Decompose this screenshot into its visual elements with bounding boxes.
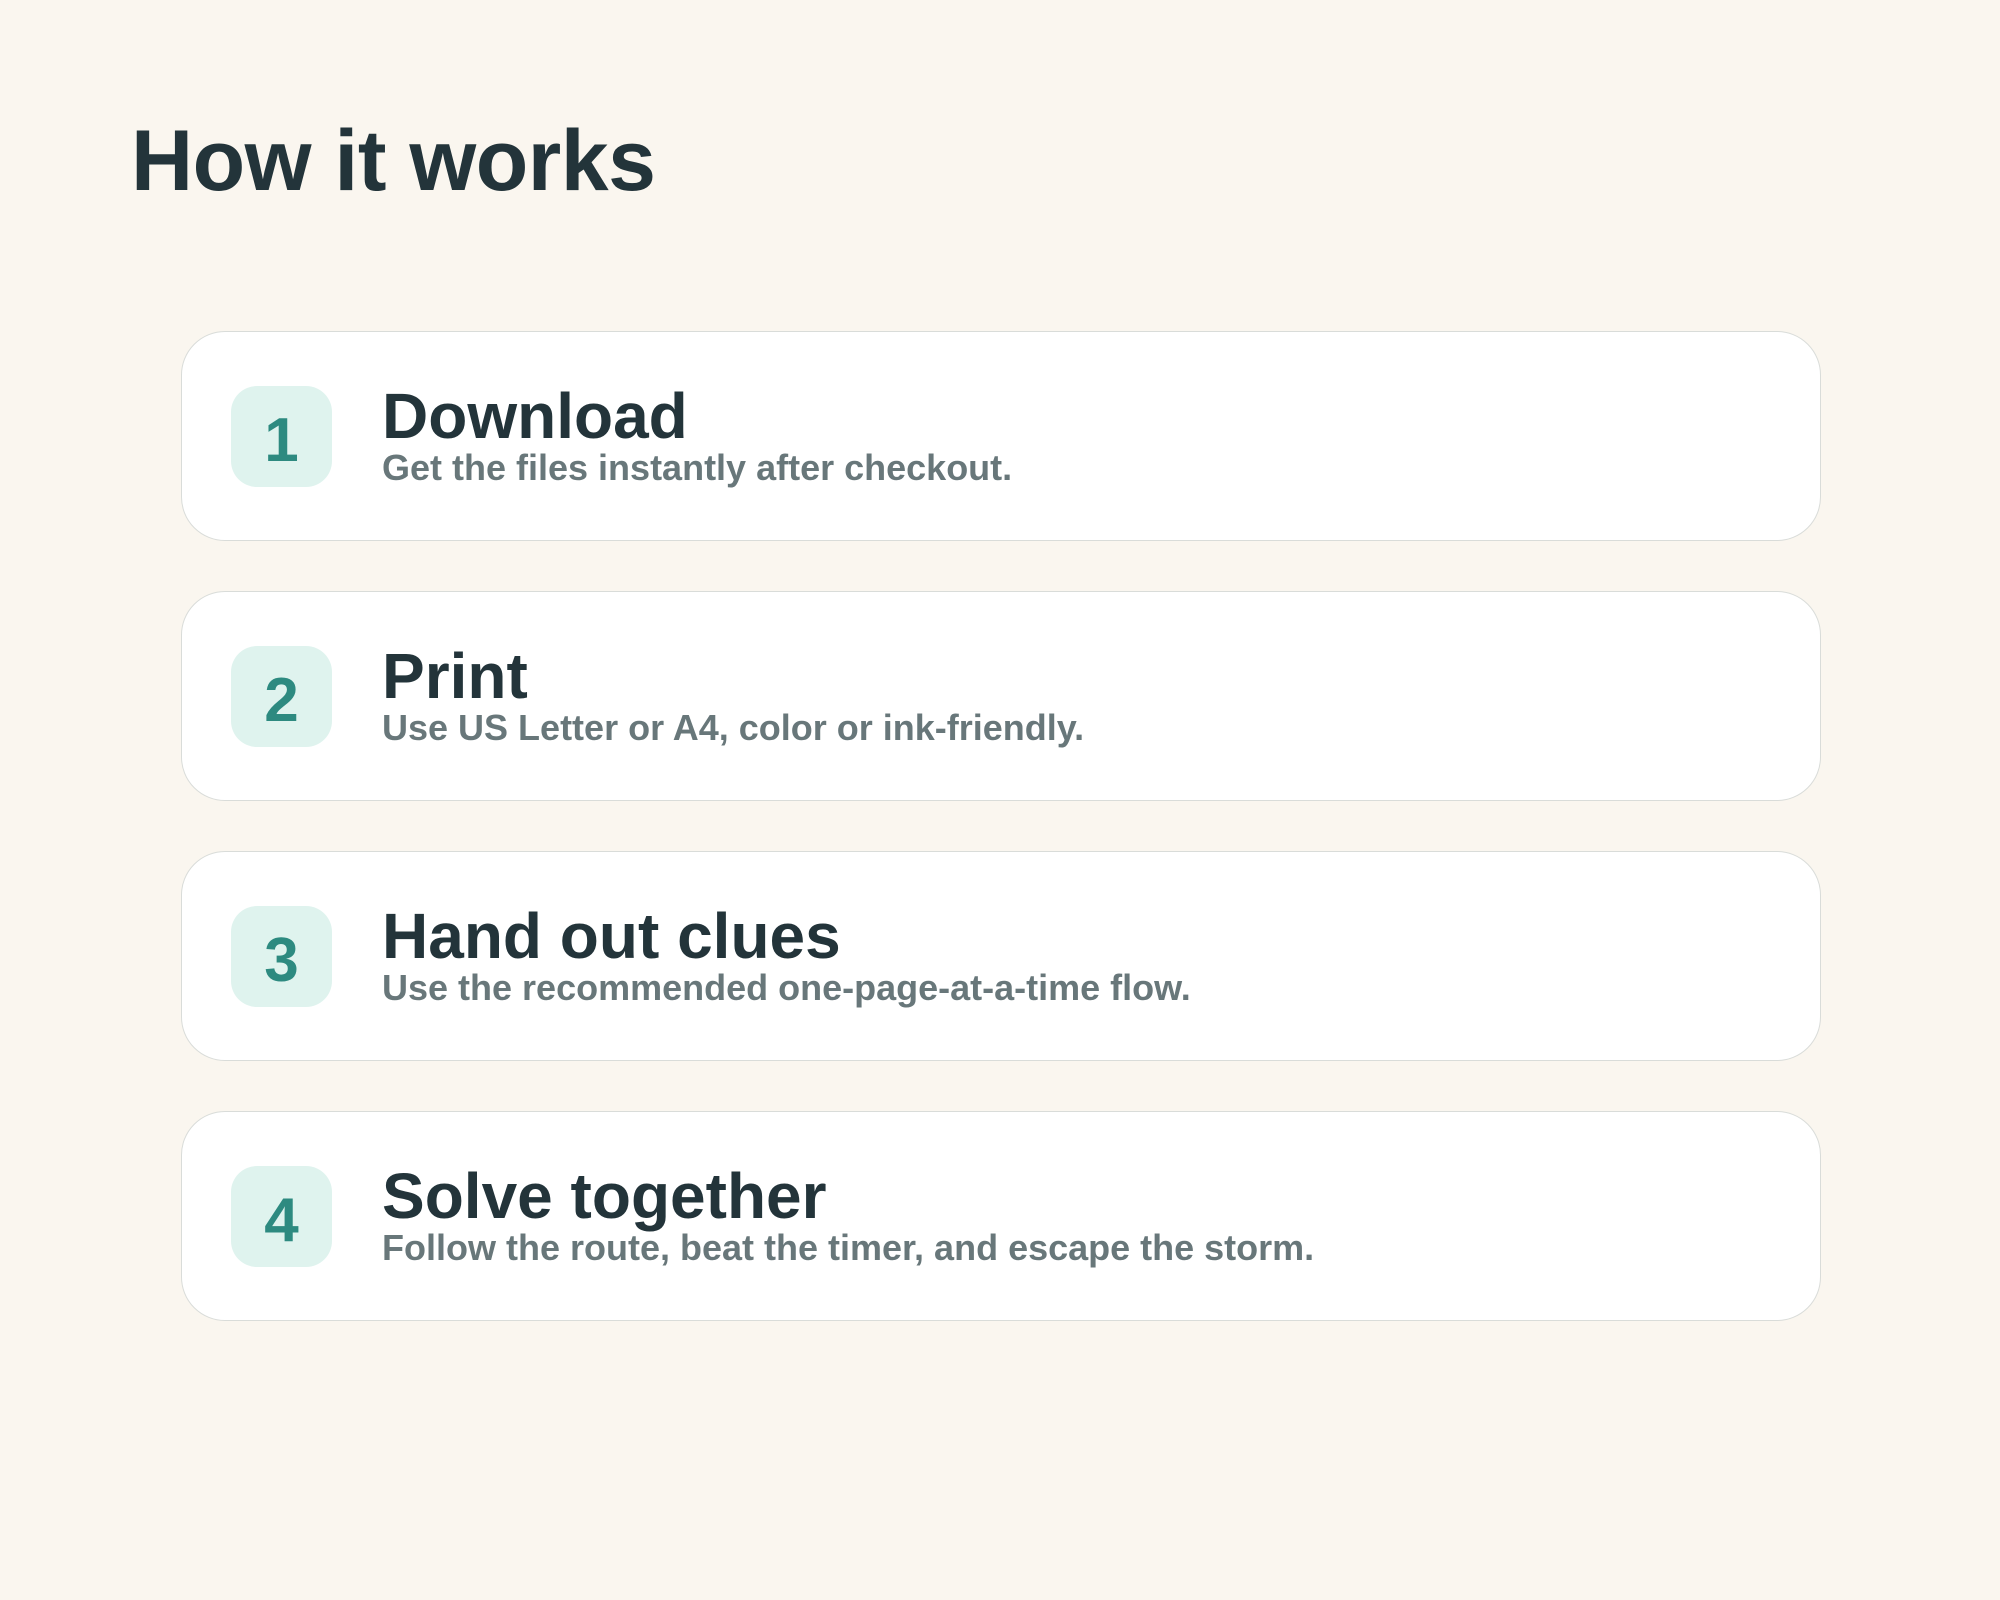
step-card-print: 2 Print Use US Letter or A4, color or in… (181, 591, 1821, 801)
step-number-badge: 4 (231, 1166, 332, 1267)
step-description: Use the recommended one-page-at-a-time f… (382, 967, 1191, 1008)
step-title: Download (382, 380, 688, 452)
step-number-badge: 1 (231, 386, 332, 487)
step-text: Solve together Follow the route, beat th… (382, 1164, 1314, 1268)
step-text: Hand out clues Use the recommended one-p… (382, 904, 1191, 1008)
step-card-solve-together: 4 Solve together Follow the route, beat … (181, 1111, 1821, 1321)
step-number-badge: 2 (231, 646, 332, 747)
step-title: Print (382, 640, 528, 712)
step-card-hand-out-clues: 3 Hand out clues Use the recommended one… (181, 851, 1821, 1061)
step-card-download: 1 Download Get the files instantly after… (181, 331, 1821, 541)
steps-list: 1 Download Get the files instantly after… (181, 331, 1821, 1371)
step-text: Print Use US Letter or A4, color or ink-… (382, 644, 1084, 748)
step-description: Follow the route, beat the timer, and es… (382, 1227, 1315, 1268)
step-text: Download Get the files instantly after c… (382, 384, 1012, 488)
step-number-badge: 3 (231, 906, 332, 1007)
page-title: How it works (131, 113, 656, 209)
step-description: Use US Letter or A4, color or ink-friend… (382, 707, 1085, 748)
step-description: Get the files instantly after checkout. (382, 447, 1013, 488)
step-title: Hand out clues (382, 900, 841, 972)
step-title: Solve together (382, 1160, 827, 1232)
